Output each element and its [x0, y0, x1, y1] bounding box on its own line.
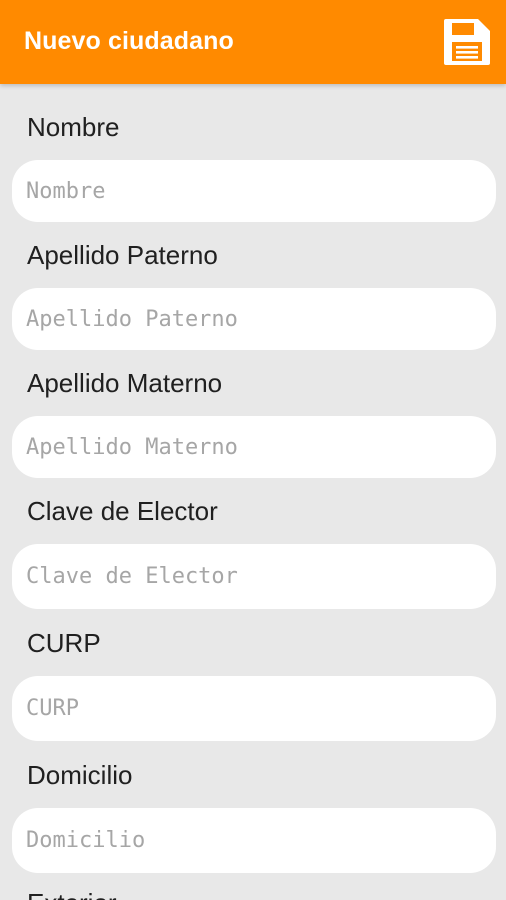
citizen-form: Nombre Apellido Paterno Apellido Materno… — [0, 84, 506, 900]
nombre-input[interactable] — [12, 160, 496, 222]
apellido-materno-input[interactable] — [12, 416, 496, 478]
domicilio-input[interactable] — [12, 808, 496, 873]
curp-input[interactable] — [12, 676, 496, 741]
label-apellido-paterno: Apellido Paterno — [27, 240, 218, 270]
clave-elector-input[interactable] — [12, 544, 496, 609]
page-title: Nuevo ciudadano — [24, 27, 234, 55]
label-domicilio: Domicilio — [27, 760, 133, 790]
label-nombre: Nombre — [27, 112, 120, 142]
save-floppy-icon — [444, 19, 490, 65]
save-button[interactable] — [442, 17, 492, 67]
apellido-paterno-input[interactable] — [12, 288, 496, 350]
label-apellido-materno: Apellido Materno — [27, 368, 223, 398]
label-exterior: Exterior — [27, 888, 117, 900]
label-curp: CURP — [27, 628, 101, 658]
app-bar: Nuevo ciudadano — [0, 0, 506, 84]
label-clave-elector: Clave de Elector — [27, 496, 218, 526]
